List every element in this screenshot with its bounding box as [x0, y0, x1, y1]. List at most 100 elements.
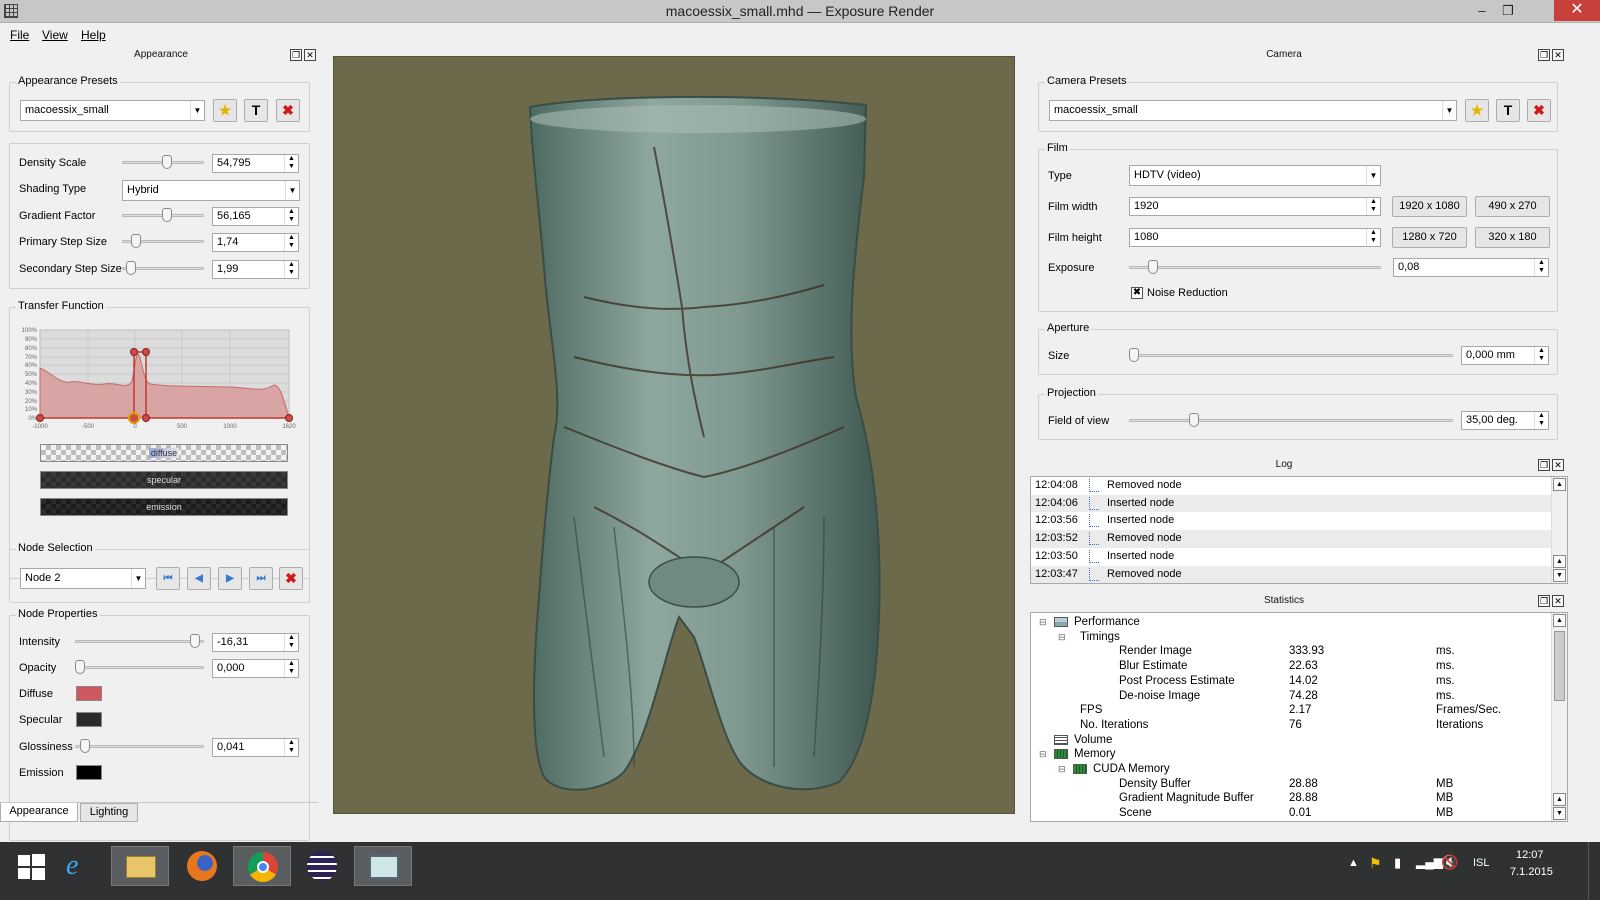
first-node-button[interactable]: ⏮ — [156, 567, 180, 590]
density-scale-spinbox[interactable]: 54,795 ▲ ▼ — [212, 154, 299, 173]
close-dock-icon[interactable]: ✕ — [1552, 595, 1564, 607]
transfer-function-editor[interactable]: 100% 90% 80% 70% 60% 50% 40% 30% 20% 10%… — [10, 324, 310, 434]
save-preset-button[interactable]: ★ — [213, 99, 237, 122]
stats-row[interactable]: Render Image 333.93 ms. — [1031, 644, 1551, 659]
delete-camera-preset-button[interactable]: ✖ — [1527, 99, 1551, 122]
film-type-select[interactable]: HDTV (video) ▼ — [1129, 165, 1381, 186]
glossiness-slider[interactable] — [75, 739, 204, 753]
battery-icon[interactable]: ▮ — [1394, 855, 1401, 871]
log-row[interactable]: 12:03:52 Removed node — [1031, 530, 1551, 548]
node-select[interactable]: Node 2 ▼ — [20, 568, 146, 589]
restore-button[interactable]: ❐ — [1496, 0, 1520, 21]
stats-row[interactable]: FPS 2.17 Frames/Sec. — [1031, 703, 1551, 718]
intensity-slider[interactable] — [75, 634, 204, 648]
diffuse-gradient-bar[interactable]: diffuse — [40, 444, 288, 462]
taskbar-firefox[interactable] — [172, 846, 230, 886]
shading-type-select[interactable]: Hybrid ▼ — [122, 180, 300, 201]
collapse-toggle-icon[interactable]: ⊟ — [1058, 630, 1066, 645]
scroll-down-icon[interactable]: ▼ — [1553, 569, 1566, 582]
emission-color-button[interactable] — [76, 765, 102, 780]
stats-row[interactable]: De-noise Image 74.28 ms. — [1031, 689, 1551, 704]
delete-preset-button[interactable]: ✖ — [276, 99, 300, 122]
intensity-spinbox[interactable]: -16,31 ▲ ▼ — [212, 633, 299, 652]
minimize-button[interactable]: – — [1470, 0, 1494, 21]
close-dock-icon[interactable]: ✕ — [1552, 459, 1564, 471]
noise-reduction-checkbox[interactable]: ✖ — [1131, 287, 1143, 299]
collapse-toggle-icon[interactable]: ⊟ — [1039, 747, 1047, 762]
close-button[interactable]: ✕ — [1554, 0, 1600, 21]
save-camera-preset-button[interactable]: ★ — [1465, 99, 1489, 122]
statistics-tree[interactable]: ⊟ Performance ⊟ Timings Render Image 333.93 ms… — [1030, 612, 1568, 822]
log-row[interactable]: 12:03:56 Inserted node — [1031, 512, 1551, 530]
show-desktop-button[interactable] — [1588, 842, 1600, 900]
aperture-size-slider[interactable] — [1129, 348, 1453, 362]
film-width-spinbox[interactable]: 1920 ▲ ▼ — [1129, 197, 1381, 216]
taskbar-chrome[interactable] — [233, 846, 291, 886]
float-dock-icon[interactable]: ❐ — [290, 49, 302, 61]
emission-gradient-bar[interactable]: emission — [40, 498, 288, 516]
clock-time[interactable]: 12:07 — [1516, 849, 1544, 861]
log-row[interactable]: 12:03:47 Removed node — [1031, 565, 1551, 583]
fov-spinbox[interactable]: 35,00 deg. ▲ ▼ — [1461, 411, 1549, 430]
secondary-step-spinbox[interactable]: 1,99 ▲ ▼ — [212, 260, 299, 279]
menu-file[interactable]: File — [10, 28, 29, 42]
appearance-preset-select[interactable]: macoessix_small ▼ — [20, 100, 205, 121]
stats-row[interactable]: Blur Estimate 22.63 ms. — [1031, 659, 1551, 674]
aperture-size-spinbox[interactable]: 0,000 mm ▲ ▼ — [1461, 346, 1549, 365]
log-row[interactable]: 12:03:50 Inserted node — [1031, 548, 1551, 566]
log-row[interactable]: 12:04:08 Removed node — [1031, 477, 1551, 495]
stats-row[interactable]: Density Buffer 28.88 MB — [1031, 777, 1551, 792]
stats-row[interactable]: Volume — [1031, 733, 1551, 748]
primary-step-spinbox[interactable]: 1,74 ▲ ▼ — [212, 233, 299, 252]
stats-row[interactable]: ⊟ CUDA Memory — [1031, 762, 1551, 777]
stats-row[interactable]: Scene 0.01 MB — [1031, 806, 1551, 821]
stats-row[interactable]: ⊟ Timings — [1031, 630, 1551, 645]
next-node-button[interactable]: ▶ — [218, 567, 242, 590]
rename-preset-button[interactable]: T — [244, 99, 268, 122]
taskbar-eclipse[interactable] — [293, 846, 351, 886]
stats-row[interactable]: ⊟ Memory — [1031, 747, 1551, 762]
preset-1920x1080-button[interactable]: 1920 x 1080 — [1392, 196, 1467, 217]
scroll-up-icon[interactable]: ▲ — [1553, 614, 1566, 627]
prev-node-button[interactable]: ◀ — [187, 567, 211, 590]
gradient-factor-slider[interactable] — [122, 208, 204, 222]
rename-camera-preset-button[interactable]: T — [1496, 99, 1520, 122]
float-dock-icon[interactable]: ❐ — [1538, 459, 1550, 471]
taskbar-internet-explorer[interactable]: e — [52, 846, 110, 886]
scroll-up-icon[interactable]: ▲ — [1553, 478, 1566, 491]
opacity-spinbox[interactable]: 0,000 ▲ ▼ — [212, 659, 299, 678]
volume-muted-icon[interactable]: 🔇 — [1441, 854, 1458, 871]
menu-view[interactable]: View — [42, 28, 68, 42]
diffuse-color-button[interactable] — [76, 686, 102, 701]
language-indicator[interactable]: ISL — [1473, 857, 1490, 869]
close-dock-icon[interactable]: ✕ — [304, 49, 316, 61]
network-signal-icon[interactable]: ▂▄▆ — [1416, 855, 1443, 869]
collapse-toggle-icon[interactable]: ⊟ — [1039, 615, 1047, 630]
film-height-spinbox[interactable]: 1080 ▲ ▼ — [1129, 228, 1381, 247]
primary-step-slider[interactable] — [122, 234, 204, 248]
scrollbar-thumb[interactable] — [1554, 631, 1565, 701]
log-scrollbar[interactable]: ▲ ▲ ▼ — [1551, 477, 1567, 583]
float-dock-icon[interactable]: ❐ — [1538, 49, 1550, 61]
fov-slider[interactable] — [1129, 413, 1453, 427]
stats-row[interactable]: No. Iterations 76 Iterations — [1031, 718, 1551, 733]
stats-row[interactable]: Post Process Estimate 14.02 ms. — [1031, 674, 1551, 689]
float-dock-icon[interactable]: ❐ — [1538, 595, 1550, 607]
delete-node-button[interactable]: ✖ — [279, 567, 303, 590]
tab-lighting[interactable]: Lighting — [80, 803, 138, 822]
glossiness-spinbox[interactable]: 0,041 ▲ ▼ — [212, 738, 299, 757]
specular-color-button[interactable] — [76, 712, 102, 727]
log-list[interactable]: 12:04:08 Removed node 12:04:06 Inserted no… — [1030, 476, 1568, 584]
stats-row[interactable]: Gradient Magnitude Buffer 28.88 MB — [1031, 791, 1551, 806]
gradient-factor-spinbox[interactable]: 56,165 ▲ ▼ — [212, 207, 299, 226]
statistics-scrollbar[interactable]: ▲ ▲ ▼ — [1551, 613, 1567, 821]
exposure-spinbox[interactable]: 0,08 ▲ ▼ — [1393, 258, 1549, 277]
stats-row[interactable]: ⊟ Performance — [1031, 615, 1551, 630]
taskbar-file-explorer[interactable] — [111, 846, 169, 886]
menu-help[interactable]: Help — [81, 28, 106, 42]
secondary-step-slider[interactable] — [122, 261, 204, 275]
scroll-down-icon[interactable]: ▼ — [1553, 807, 1566, 820]
exposure-slider[interactable] — [1129, 260, 1381, 274]
taskbar-exposure-render[interactable] — [354, 846, 412, 886]
clock-date[interactable]: 7.1.2015 — [1510, 866, 1553, 878]
